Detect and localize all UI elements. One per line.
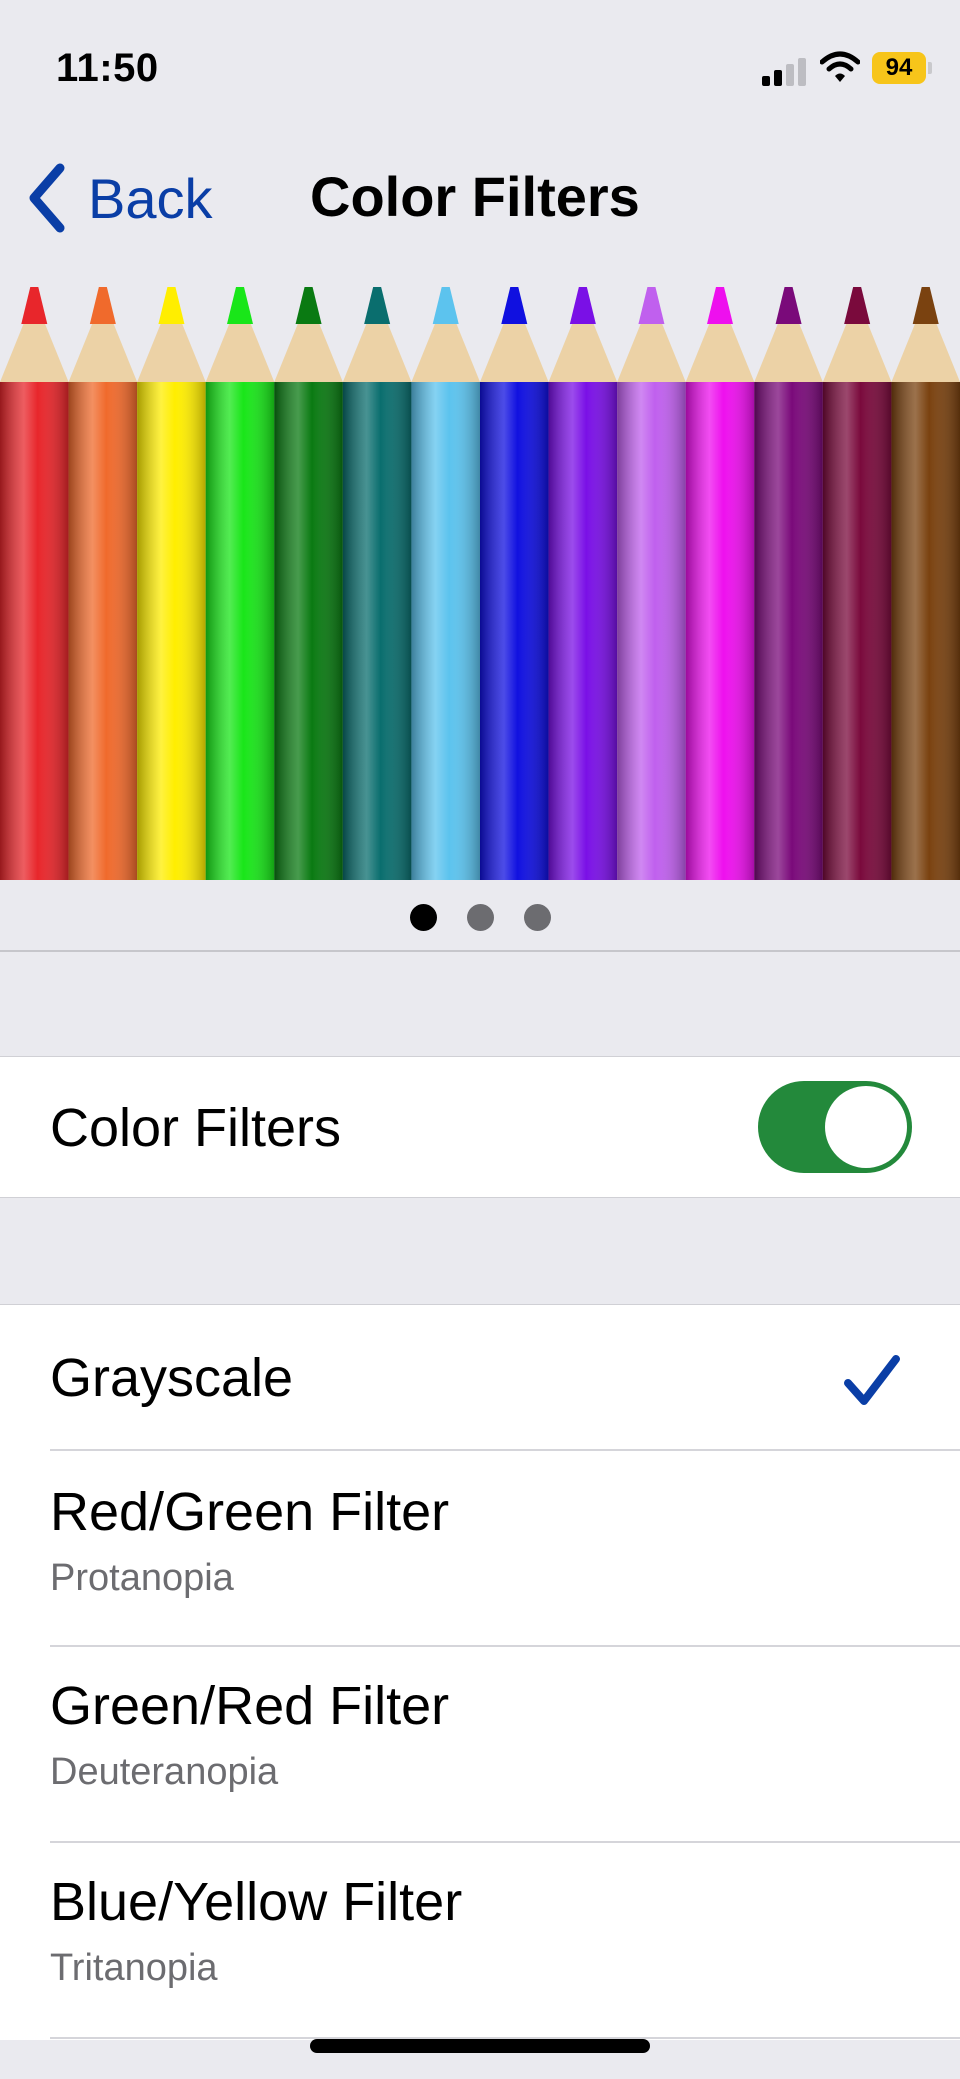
pencil <box>754 287 823 880</box>
back-button-label: Back <box>88 166 213 230</box>
battery-level-text: 94 <box>885 54 913 81</box>
status-time: 11:50 <box>56 46 159 90</box>
color-filters-switch[interactable] <box>758 1081 912 1173</box>
filter-option-red-green[interactable]: Red/Green Filter Protanopia <box>0 1451 960 1645</box>
color-filters-toggle-row: Color Filters <box>0 1056 960 1198</box>
filter-option-label: Grayscale <box>50 1348 294 1408</box>
pencil <box>274 287 343 880</box>
page-dot[interactable] <box>466 904 494 931</box>
filter-option-subtitle: Protanopia <box>50 1557 234 1599</box>
filter-option-subtitle: Tritanopia <box>50 1947 218 1989</box>
filter-option-grayscale[interactable]: Grayscale <box>0 1305 960 1449</box>
chevron-left-icon <box>29 163 65 233</box>
pencil <box>617 287 686 880</box>
status-bar: 11:50 94 <box>0 0 960 140</box>
divider <box>0 950 960 952</box>
filter-option-subtitle: Deuteranopia <box>50 1751 279 1793</box>
pencil <box>0 287 69 880</box>
wifi-icon <box>820 51 860 82</box>
color-filters-toggle-label: Color Filters <box>50 1098 342 1158</box>
checkmark-icon <box>844 1355 900 1405</box>
page-dot[interactable] <box>523 904 551 931</box>
cellular-signal-icon <box>762 56 806 86</box>
page-title: Color Filters <box>310 165 640 228</box>
color-preview-carousel[interactable] <box>0 282 960 880</box>
page-dot[interactable] <box>409 904 437 931</box>
pencil <box>411 287 480 880</box>
filter-option-label: Blue/Yellow Filter <box>50 1872 463 1932</box>
home-indicator[interactable] <box>310 2039 650 2053</box>
pencil <box>548 287 618 880</box>
filter-option-green-red[interactable]: Green/Red Filter Deuteranopia <box>0 1647 960 1841</box>
filter-option-blue-yellow[interactable]: Blue/Yellow Filter Tritanopia <box>0 1843 960 2037</box>
pencil <box>480 287 549 880</box>
page-indicator[interactable] <box>0 900 960 936</box>
navigation-bar: Back Color Filters <box>0 140 960 250</box>
switch-knob <box>825 1086 907 1168</box>
filter-option-label: Red/Green Filter <box>50 1482 450 1542</box>
filter-option-label: Green/Red Filter <box>50 1676 450 1736</box>
back-button[interactable]: Back <box>24 158 213 238</box>
pencil <box>137 287 206 880</box>
pencil <box>205 287 275 880</box>
battery-icon: 94 <box>872 52 926 84</box>
pencil <box>891 287 960 880</box>
pencil <box>68 287 138 880</box>
battery-tip <box>928 62 932 74</box>
filter-options-list: Grayscale Red/Green Filter Protanopia Gr… <box>0 1304 960 2040</box>
pencil <box>822 287 892 880</box>
pencil <box>685 287 755 880</box>
pencil <box>342 287 412 880</box>
